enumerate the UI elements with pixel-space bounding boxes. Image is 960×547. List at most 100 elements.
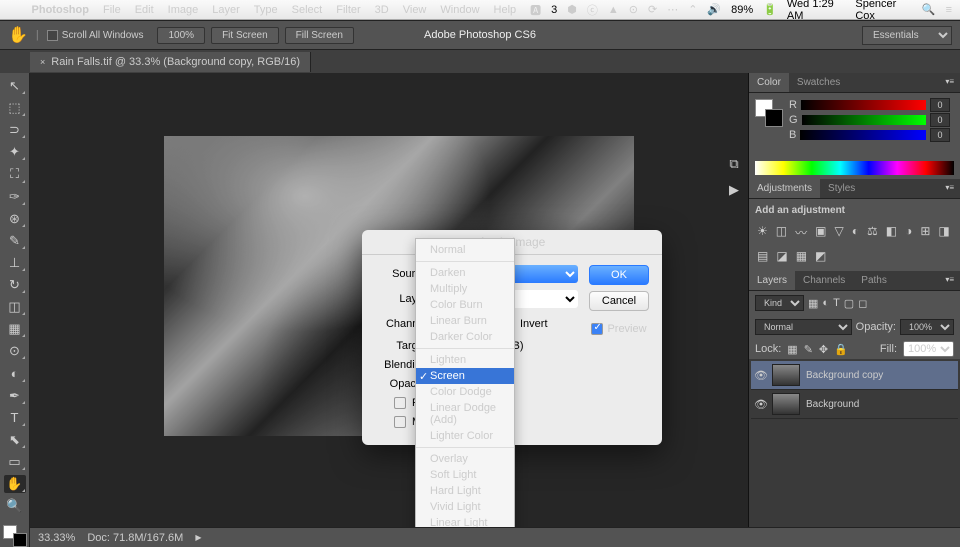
crop-tool[interactable]: ⛶	[4, 165, 26, 183]
swatches-tab[interactable]: Swatches	[789, 73, 848, 92]
path-select-tool[interactable]: ⬉	[4, 431, 26, 449]
layer-thumbnail[interactable]	[772, 364, 800, 386]
blur-tool[interactable]: ⊙	[4, 342, 26, 360]
invert-icon[interactable]: ◨	[938, 224, 949, 241]
eyedropper-tool[interactable]: ✑	[4, 188, 26, 206]
menu-filter[interactable]: Filter	[336, 4, 360, 16]
fill-select[interactable]: 100%	[903, 341, 954, 357]
visibility-icon[interactable]: 👁	[754, 369, 766, 382]
r-slider[interactable]: 0	[801, 100, 926, 110]
notification-center-icon[interactable]: ≡	[946, 4, 952, 16]
layers-tab[interactable]: Layers	[749, 271, 795, 290]
marquee-tool[interactable]: ⬚	[4, 99, 26, 117]
blend-mode-item[interactable]: Multiply	[416, 281, 514, 297]
menu-type[interactable]: Type	[254, 4, 278, 16]
blend-mode-item[interactable]: Color Dodge	[416, 384, 514, 400]
selective-color-icon[interactable]: ◩	[815, 249, 826, 263]
levels-icon[interactable]: ◫	[776, 224, 787, 241]
blend-mode-item[interactable]: Color Burn	[416, 297, 514, 313]
blend-mode-select[interactable]: Normal	[755, 319, 852, 335]
lock-transparency-icon[interactable]: ▦	[787, 343, 797, 356]
battery-icon[interactable]: 🔋	[763, 3, 777, 16]
menu-file[interactable]: File	[103, 4, 121, 16]
panel-menu-icon[interactable]: ▾≡	[939, 179, 960, 198]
ok-button[interactable]: OK	[589, 265, 649, 285]
vibrance-icon[interactable]: ▽	[834, 224, 843, 241]
menu-3d[interactable]: 3D	[375, 4, 389, 16]
menu-image[interactable]: Image	[168, 4, 199, 16]
volume-icon[interactable]: 🔊	[707, 3, 721, 16]
zoom-level[interactable]: 33.33%	[38, 532, 75, 544]
menu-window[interactable]: Window	[440, 4, 479, 16]
visibility-icon[interactable]: 👁	[754, 398, 766, 411]
menu-layer[interactable]: Layer	[212, 4, 240, 16]
fit-screen-button[interactable]: Fit Screen	[211, 27, 279, 44]
filter-shape-icon[interactable]: ▢	[844, 297, 854, 310]
app-menu[interactable]: Photoshop	[32, 4, 89, 16]
fill-screen-button[interactable]: Fill Screen	[285, 27, 354, 44]
scroll-all-checkbox[interactable]	[47, 30, 58, 41]
filter-pixel-icon[interactable]: ▦	[808, 297, 818, 310]
blend-mode-item[interactable]: Vivid Light	[416, 499, 514, 515]
menubar-icon[interactable]: ⟳	[648, 3, 657, 16]
layer-name[interactable]: Background copy	[806, 370, 883, 381]
wand-tool[interactable]: ✦	[4, 143, 26, 161]
g-slider[interactable]: 0	[802, 115, 926, 125]
apple-icon[interactable]	[8, 3, 22, 17]
panel-menu-icon[interactable]: ▾≡	[939, 271, 960, 290]
workspace-select[interactable]: Essentials	[862, 26, 952, 45]
opacity-select[interactable]: 100%	[900, 319, 954, 335]
blend-mode-item[interactable]: Overlay	[416, 451, 514, 467]
exposure-icon[interactable]: ▣	[815, 224, 826, 241]
document-tab[interactable]: × Rain Falls.tif @ 33.3% (Background cop…	[30, 52, 311, 72]
dropbox-icon[interactable]: ⬢	[567, 3, 577, 16]
eraser-tool[interactable]: ◫	[4, 298, 26, 316]
photo-filter-icon[interactable]: ◑	[905, 224, 912, 241]
color-balance-icon[interactable]: ⚖	[867, 224, 878, 241]
blend-mode-item[interactable]: Linear Burn	[416, 313, 514, 329]
menu-view[interactable]: View	[403, 4, 427, 16]
b-slider[interactable]: 0	[800, 130, 926, 140]
menu-edit[interactable]: Edit	[135, 4, 154, 16]
actions-panel-icon[interactable]: ▶	[729, 182, 739, 198]
brightness-icon[interactable]: ☀	[757, 224, 768, 241]
lock-pixels-icon[interactable]: ✎	[804, 343, 813, 356]
styles-tab[interactable]: Styles	[820, 179, 863, 198]
channels-tab[interactable]: Channels	[795, 271, 853, 290]
adjustments-tab[interactable]: Adjustments	[749, 179, 820, 198]
menubar-icon[interactable]: ⊙	[629, 3, 638, 16]
color-swatch[interactable]	[755, 99, 783, 127]
layer-name[interactable]: Background	[806, 399, 859, 410]
menu-select[interactable]: Select	[292, 4, 323, 16]
blend-mode-item[interactable]: Darker Color	[416, 329, 514, 345]
shape-tool[interactable]: ▭	[4, 453, 26, 471]
mask-checkbox[interactable]	[394, 416, 406, 428]
threshold-icon[interactable]: ◪	[776, 249, 787, 263]
background-color[interactable]	[13, 533, 27, 547]
menubar-icon[interactable]: ▲	[608, 4, 619, 16]
healing-tool[interactable]: ⊛	[4, 210, 26, 228]
blend-mode-item[interactable]: Hard Light	[416, 483, 514, 499]
gradient-tool[interactable]: ▦	[4, 320, 26, 338]
blend-mode-item[interactable]: Linear Dodge (Add)	[416, 400, 514, 428]
paths-tab[interactable]: Paths	[853, 271, 895, 290]
blend-mode-item[interactable]: Normal	[416, 242, 514, 258]
filter-smart-icon[interactable]: ◻	[858, 297, 867, 310]
clock[interactable]: Wed 1:29 AM	[787, 0, 846, 22]
brush-tool[interactable]: ✎	[4, 232, 26, 250]
dodge-tool[interactable]: ◐	[4, 364, 26, 382]
gradient-map-icon[interactable]: ▦	[796, 249, 807, 263]
blend-mode-item[interactable]: Lighter Color	[416, 428, 514, 444]
preview-checkbox[interactable]	[591, 323, 603, 335]
menubar-notif-icon[interactable]: 🅰	[530, 2, 541, 18]
color-swatches[interactable]	[3, 525, 27, 547]
spotlight-icon[interactable]: 🔍	[922, 3, 936, 16]
lock-all-icon[interactable]: 🔒	[834, 343, 848, 356]
user-name[interactable]: Spencer Cox	[855, 0, 912, 22]
bw-icon[interactable]: ◧	[886, 224, 897, 241]
preserve-checkbox[interactable]	[394, 397, 406, 409]
layer-thumbnail[interactable]	[772, 393, 800, 415]
doc-info[interactable]: Doc: 71.8M/167.6M	[87, 532, 183, 544]
cancel-button[interactable]: Cancel	[589, 291, 649, 311]
color-tab[interactable]: Color	[749, 73, 789, 92]
